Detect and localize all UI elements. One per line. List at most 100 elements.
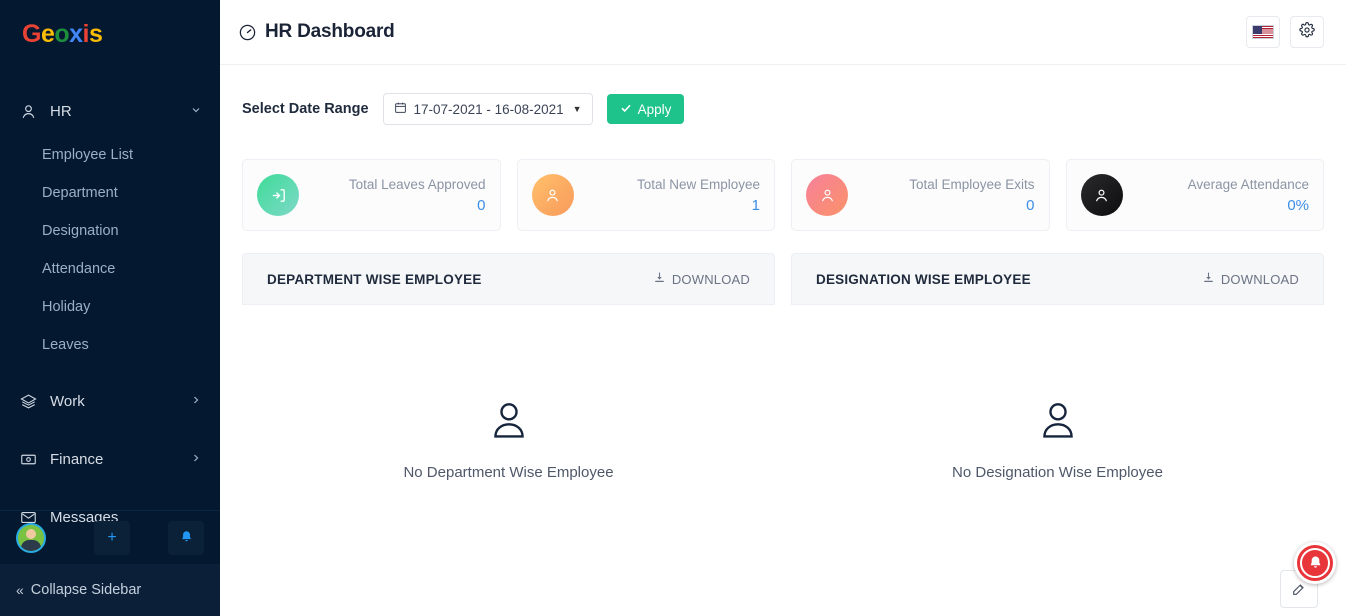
panel-header: DESIGNATION WISE EMPLOYEE DOWNLOAD bbox=[791, 253, 1324, 305]
panel-title: DEPARTMENT WISE EMPLOYEE bbox=[267, 271, 482, 287]
stat-text: Total New Employee 1 bbox=[637, 176, 760, 214]
sidebar-item-hr[interactable]: HR bbox=[0, 90, 220, 132]
sidebar-item-attendance[interactable]: Attendance bbox=[0, 250, 220, 288]
content-area: Select Date Range 17-07-2021 - 16-08-202… bbox=[220, 65, 1346, 481]
empty-state-text: No Designation Wise Employee bbox=[952, 464, 1163, 481]
date-range-filter: Select Date Range 17-07-2021 - 16-08-202… bbox=[242, 65, 1324, 125]
stat-card-average-attendance: Average Attendance 0% bbox=[1065, 159, 1324, 231]
notification-button[interactable] bbox=[1294, 542, 1336, 584]
panel-empty-state: No Designation Wise Employee bbox=[791, 305, 1324, 481]
check-icon bbox=[620, 102, 632, 117]
topbar: HR Dashboard bbox=[220, 0, 1346, 65]
download-icon bbox=[1202, 271, 1215, 287]
app-root: Geoxis HR Employee List Department Desig… bbox=[0, 0, 1346, 616]
stat-value: 1 bbox=[751, 196, 760, 214]
sidebar-item-label: HR bbox=[50, 102, 72, 120]
stat-label: Total New Employee bbox=[636, 177, 760, 193]
stat-text: Total Employee Exits 0 bbox=[909, 176, 1034, 214]
layers-icon bbox=[20, 392, 42, 410]
sidebar-item-designation[interactable]: Designation bbox=[0, 212, 220, 250]
stat-card-total-new-employee: Total New Employee 1 bbox=[516, 159, 775, 231]
sidebar-user-row: + bbox=[0, 510, 220, 564]
sidebar-item-holiday[interactable]: Holiday bbox=[0, 288, 220, 326]
download-icon bbox=[653, 271, 666, 287]
download-label: DOWNLOAD bbox=[1220, 271, 1299, 287]
apply-button-label: Apply bbox=[637, 101, 672, 117]
calendar-icon bbox=[394, 101, 407, 117]
gauge-icon bbox=[238, 23, 257, 42]
stat-value: 0 bbox=[477, 196, 486, 214]
language-button[interactable] bbox=[1246, 16, 1280, 48]
sidebar-item-label: Finance bbox=[50, 450, 104, 468]
date-range-value: 17-07-2021 - 16-08-2021 bbox=[413, 101, 564, 117]
date-range-input[interactable]: 17-07-2021 - 16-08-2021 ▼ bbox=[382, 93, 593, 125]
double-chevron-left-icon: « bbox=[16, 582, 24, 598]
stat-cards: Total Leaves Approved 0 Total New Employ… bbox=[242, 159, 1324, 231]
caret-down-icon: ▼ bbox=[572, 104, 582, 114]
logo-letter: s bbox=[89, 20, 103, 48]
collapse-sidebar-button[interactable]: « Collapse Sidebar bbox=[0, 564, 220, 616]
download-button[interactable]: DOWNLOAD bbox=[1202, 271, 1299, 287]
sidebar-item-leaves[interactable]: Leaves bbox=[0, 326, 220, 364]
stat-card-total-employee-exits: Total Employee Exits 0 bbox=[791, 159, 1050, 231]
date-range-label: Select Date Range bbox=[242, 101, 369, 117]
user-outline-icon bbox=[1036, 399, 1080, 448]
bell-icon[interactable] bbox=[168, 520, 204, 555]
panel-designation-wise-employee: DESIGNATION WISE EMPLOYEE DOWNLOAD No De… bbox=[791, 253, 1324, 481]
stat-text: Total Leaves Approved 0 bbox=[349, 176, 486, 214]
chevron-right-icon bbox=[190, 394, 202, 408]
sidebar-item-department[interactable]: Department bbox=[0, 174, 220, 212]
gear-icon bbox=[1299, 21, 1315, 43]
sidebar-item-finance[interactable]: Finance bbox=[0, 438, 220, 480]
sidebar-item-work[interactable]: Work bbox=[0, 380, 220, 422]
sign-out-icon bbox=[257, 174, 299, 216]
panel-department-wise-employee: DEPARTMENT WISE EMPLOYEE DOWNLOAD No Dep… bbox=[242, 253, 775, 481]
chevron-right-icon bbox=[190, 452, 202, 466]
stat-value: 0% bbox=[1287, 196, 1309, 214]
user-icon bbox=[806, 174, 848, 216]
avatar[interactable] bbox=[16, 522, 46, 553]
panel-header: DEPARTMENT WISE EMPLOYEE DOWNLOAD bbox=[242, 253, 775, 305]
user-icon bbox=[531, 174, 574, 216]
collapse-sidebar-label: Collapse Sidebar bbox=[30, 582, 142, 598]
logo-letter: e bbox=[40, 20, 55, 48]
stat-label: Total Leaves Approved bbox=[348, 177, 486, 193]
logo-letter: G bbox=[22, 20, 41, 48]
page-title: HR Dashboard bbox=[238, 21, 395, 43]
topbar-actions bbox=[1246, 16, 1324, 48]
user-outline-icon bbox=[487, 399, 531, 448]
stat-text: Average Attendance 0% bbox=[1188, 176, 1309, 214]
sidebar-footer: + « Collapse Sidebar bbox=[0, 510, 220, 616]
stat-label: Total Employee Exits bbox=[909, 177, 1035, 193]
user-icon bbox=[20, 102, 42, 120]
add-button[interactable]: + bbox=[94, 520, 130, 555]
user-icon bbox=[1080, 174, 1123, 216]
empty-state-text: No Department Wise Employee bbox=[403, 464, 614, 481]
sidebar-submenu-hr: Employee List Department Designation Att… bbox=[0, 132, 220, 364]
download-button[interactable]: DOWNLOAD bbox=[653, 271, 750, 287]
apply-button[interactable]: Apply bbox=[606, 94, 685, 124]
stat-value: 0 bbox=[1026, 196, 1035, 214]
us-flag-icon bbox=[1252, 25, 1274, 39]
page-title-text: HR Dashboard bbox=[265, 21, 395, 42]
logo-letter: x bbox=[69, 20, 83, 48]
settings-button[interactable] bbox=[1290, 16, 1324, 48]
download-label: DOWNLOAD bbox=[671, 271, 750, 287]
panel-empty-state: No Department Wise Employee bbox=[242, 305, 775, 481]
logo-letter: o bbox=[54, 20, 70, 48]
money-icon bbox=[20, 450, 42, 468]
sidebar: Geoxis HR Employee List Department Desig… bbox=[0, 0, 220, 616]
stat-label: Average Attendance bbox=[1187, 177, 1309, 193]
sidebar-item-employee-list[interactable]: Employee List bbox=[0, 136, 220, 174]
brand-logo[interactable]: Geoxis bbox=[0, 0, 220, 62]
sidebar-item-label: Work bbox=[50, 392, 85, 410]
sidebar-nav: HR Employee List Department Designation … bbox=[0, 62, 220, 538]
chevron-down-icon bbox=[190, 104, 202, 118]
stat-card-total-leaves-approved: Total Leaves Approved 0 bbox=[242, 159, 501, 231]
panels: DEPARTMENT WISE EMPLOYEE DOWNLOAD No Dep… bbox=[242, 253, 1324, 481]
main-content: HR Dashboard Select Date Range 17-07-202… bbox=[220, 0, 1346, 616]
panel-title: DESIGNATION WISE EMPLOYEE bbox=[816, 271, 1031, 287]
